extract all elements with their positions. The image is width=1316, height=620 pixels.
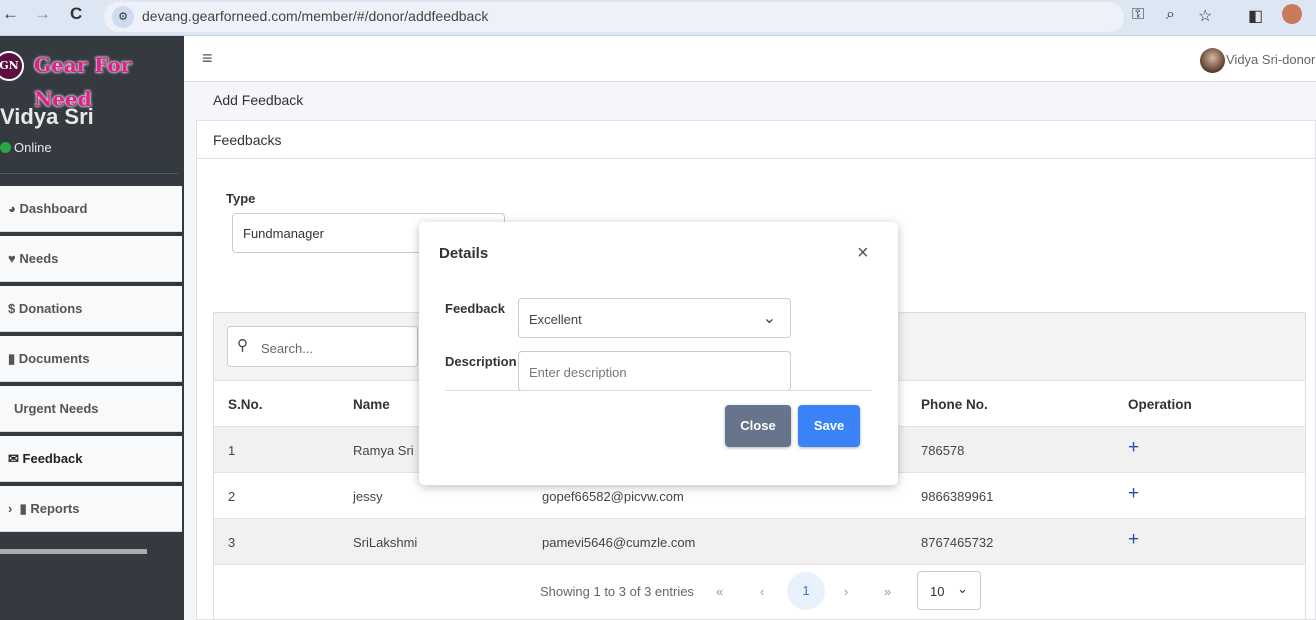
envelope-icon: ✉ xyxy=(8,451,19,466)
page-title: Add Feedback xyxy=(213,92,304,108)
add-icon[interactable]: + xyxy=(1128,529,1139,551)
chevron-down-icon: ⌄ xyxy=(762,310,776,327)
online-dot-icon xyxy=(0,142,11,153)
feedback-label: Feedback xyxy=(445,301,505,316)
pagination: Showing 1 to 3 of 3 entries « ‹ 1 › » 10… xyxy=(214,564,1305,619)
logo[interactable]: GN Gear For Need xyxy=(0,48,176,111)
profile-icon[interactable] xyxy=(1282,4,1302,24)
back-button[interactable]: ← xyxy=(2,4,19,24)
search-icon: ⚲ xyxy=(237,337,248,354)
save-button[interactable]: Save xyxy=(798,405,860,447)
reload-button[interactable]: C xyxy=(70,4,82,24)
reports-icon: ▮ xyxy=(19,501,27,516)
description-input[interactable]: Enter description xyxy=(518,351,791,391)
avatar[interactable] xyxy=(1200,48,1225,73)
add-icon[interactable]: + xyxy=(1128,483,1139,505)
sidebar-item-urgent-needs[interactable]: Urgent Needs xyxy=(0,386,182,435)
search-input[interactable]: ⚲ Search... xyxy=(227,326,418,367)
card-title: Feedbacks xyxy=(197,121,1315,159)
hamburger-menu-icon[interactable]: ≡ xyxy=(202,48,213,69)
details-modal: Details × Feedback Excellent ⌄ Descriptio… xyxy=(419,222,898,485)
description-label: Description xyxy=(445,354,517,369)
sidebar-scrollbar[interactable] xyxy=(0,549,147,554)
sidebar: GN Gear For Need Vidya Sri Online ◕ Dashb… xyxy=(0,36,184,620)
add-icon[interactable]: + xyxy=(1128,437,1139,459)
close-button[interactable]: Close xyxy=(725,405,791,447)
sidebar-item-feedback[interactable]: ✉ Feedback xyxy=(0,436,182,485)
next-page-button[interactable]: › xyxy=(844,584,848,599)
star-icon[interactable]: ☆ xyxy=(1198,6,1212,26)
forward-button[interactable]: → xyxy=(34,4,51,24)
logo-mark-icon: GN xyxy=(0,51,24,81)
user-status: Online xyxy=(0,140,52,155)
url-text: devang.gearforneed.com/member/#/donor/ad… xyxy=(142,8,489,24)
sidebar-item-reports[interactable]: › ▮ Reports xyxy=(0,486,182,532)
documents-icon: ▮ xyxy=(8,351,16,366)
zoom-icon[interactable]: ⌕ xyxy=(1166,6,1175,24)
user-menu[interactable]: Vidya Sri-donor xyxy=(1226,52,1315,67)
sidebar-item-dashboard[interactable]: ◕ Dashboard xyxy=(0,186,182,235)
modal-title: Details xyxy=(439,245,489,262)
table-row: 3 SriLakshmi pamevi5646@cumzle.com 87674657… xyxy=(214,519,1305,565)
site-settings-icon[interactable]: ⚙ xyxy=(112,6,134,28)
key-icon[interactable]: ⚿ xyxy=(1132,6,1144,24)
feedback-select[interactable]: Excellent ⌄ xyxy=(518,298,791,338)
sidebar-item-documents[interactable]: ▮ Documents xyxy=(0,336,182,385)
page-1-button[interactable]: 1 xyxy=(787,572,825,610)
address-bar[interactable]: ⚙ devang.gearforneed.com/member/#/donor/… xyxy=(104,2,1124,32)
top-navbar: ≡ Vidya Sri-donor xyxy=(184,36,1316,82)
close-icon[interactable]: × xyxy=(857,242,869,265)
divider xyxy=(445,390,872,391)
last-page-button[interactable]: » xyxy=(884,584,891,599)
sidebar-item-needs[interactable]: ♥ Needs xyxy=(0,236,182,285)
chevron-right-icon: › xyxy=(8,501,13,516)
prev-page-button[interactable]: ‹ xyxy=(760,584,764,599)
user-name: Vidya Sri xyxy=(0,104,94,129)
divider xyxy=(0,173,178,174)
chevron-down-icon: ⌄ xyxy=(957,581,968,596)
type-label: Type xyxy=(226,191,256,206)
sidebar-item-donations[interactable]: $ Donations xyxy=(0,286,182,335)
needs-icon: ♥ xyxy=(8,251,16,266)
dashboard-icon: ◕ xyxy=(8,201,16,216)
sidepanel-icon[interactable]: ◧ xyxy=(1248,6,1263,26)
page-size-select[interactable]: 10 ⌄ xyxy=(917,571,981,610)
donations-icon: $ xyxy=(8,301,16,316)
first-page-button[interactable]: « xyxy=(716,584,723,599)
entries-info: Showing 1 to 3 of 3 entries xyxy=(540,584,694,599)
browser-toolbar: ← → C ⚙ devang.gearforneed.com/member/#/… xyxy=(0,0,1316,36)
